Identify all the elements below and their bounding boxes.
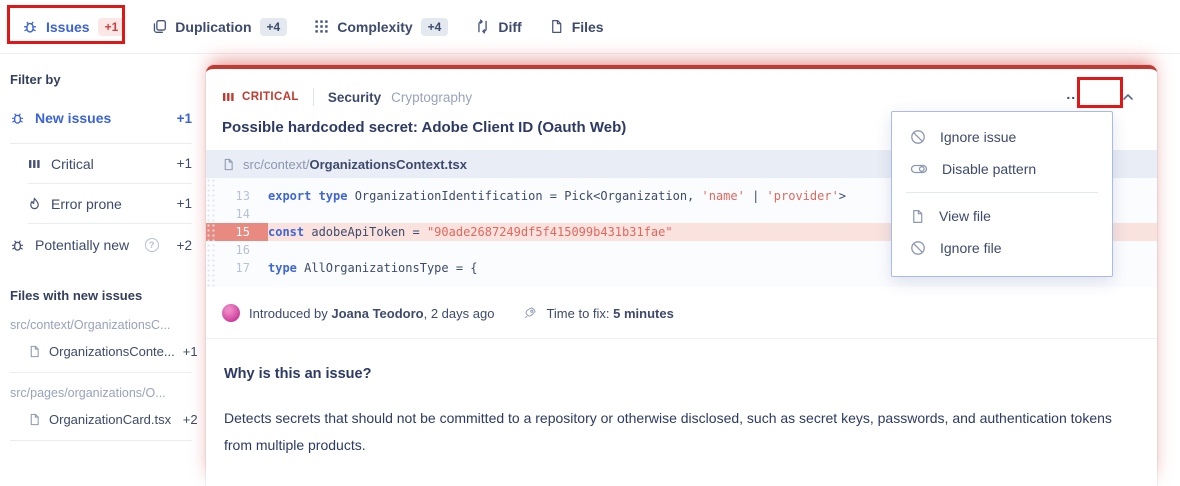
flame-icon bbox=[28, 197, 41, 211]
more-actions-button[interactable]: ... bbox=[1058, 85, 1089, 109]
why-description: Detects secrets that should not be commi… bbox=[224, 410, 1112, 453]
filter-new-issues[interactable]: New issues +1 bbox=[10, 104, 192, 132]
file-count: +1 bbox=[182, 344, 198, 359]
line-number: 15 bbox=[206, 223, 268, 241]
introduced-by-text: Introduced by Joana Teodoro, 2 days ago bbox=[249, 305, 495, 321]
filter-label: New issues bbox=[35, 110, 112, 126]
menu-item-view-file[interactable]: View file bbox=[892, 200, 1112, 232]
file-path: src/context/OrganizationsContext.tsx bbox=[243, 156, 467, 172]
menu-item-ignore-file[interactable]: Ignore file bbox=[892, 232, 1112, 264]
file-name: OrganizationCard.tsx bbox=[49, 412, 172, 427]
tab-files[interactable]: Files bbox=[549, 19, 604, 35]
tab-label: Issues bbox=[46, 18, 90, 35]
filter-count: +1 bbox=[176, 110, 192, 126]
ban-icon bbox=[910, 240, 926, 256]
filter-count: +1 bbox=[176, 196, 192, 211]
tab-complexity[interactable]: Complexity +4 bbox=[314, 17, 449, 36]
file-item[interactable]: OrganizationsConte... +1 bbox=[28, 344, 198, 359]
tab-count-badge: +4 bbox=[259, 17, 288, 36]
tab-label: Files bbox=[571, 18, 604, 35]
menu-item-label: View file bbox=[939, 208, 991, 224]
filter-critical[interactable]: Critical +1 bbox=[28, 144, 192, 183]
filter-label: Critical bbox=[51, 155, 94, 172]
file-icon bbox=[910, 209, 925, 224]
issue-category: Security bbox=[327, 89, 382, 105]
file-group-path: src/pages/organizations/O... bbox=[10, 386, 166, 400]
file-icon bbox=[28, 413, 41, 426]
tab-label: Duplication bbox=[175, 18, 252, 35]
severity-bars-icon bbox=[28, 158, 41, 170]
issue-meta-row: Introduced by Joana Teodoro, 2 days ago … bbox=[206, 287, 1157, 322]
file-count: +2 bbox=[179, 412, 198, 427]
menu-item-label: Disable pattern bbox=[942, 161, 1037, 177]
divider bbox=[312, 88, 314, 106]
question-circle-icon[interactable]: ? bbox=[144, 238, 159, 252]
tab-label: Complexity bbox=[337, 18, 413, 35]
menu-item-label: Ignore file bbox=[940, 240, 1002, 256]
severity-badge: CRITICAL bbox=[222, 91, 299, 103]
toggle-icon bbox=[910, 161, 928, 177]
line-number: 13 bbox=[235, 189, 250, 203]
file-icon bbox=[222, 158, 235, 171]
filter-label: Error prone bbox=[51, 195, 122, 212]
line-number: 14 bbox=[235, 207, 250, 221]
avatar bbox=[222, 304, 240, 322]
line-number: 16 bbox=[235, 243, 250, 257]
filter-label: Potentially new bbox=[35, 237, 130, 253]
tab-diff[interactable]: Diff bbox=[475, 18, 522, 35]
time-to-fix-value: 5 minutes bbox=[613, 305, 674, 321]
file-name: OrganizationsConte... bbox=[49, 344, 175, 359]
filter-count: +1 bbox=[176, 156, 192, 171]
filter-potentially-new[interactable]: Potentially new ? +2 bbox=[10, 224, 192, 266]
files-icon bbox=[549, 19, 564, 34]
why-section: Why is this an issue? Detects secrets th… bbox=[206, 339, 1157, 458]
tab-duplication[interactable]: Duplication +4 bbox=[152, 17, 288, 36]
diff-icon bbox=[475, 19, 490, 34]
critical-bars-icon bbox=[222, 91, 235, 103]
time-to-fix-text: Time to fix: 5 minutes bbox=[546, 305, 674, 321]
file-group-path: src/context/OrganizationsC... bbox=[10, 318, 171, 332]
divider bbox=[10, 440, 192, 441]
line-number: 17 bbox=[235, 261, 250, 275]
tab-count-badge: +4 bbox=[420, 17, 449, 36]
divider bbox=[906, 192, 1098, 193]
filter-count: +2 bbox=[176, 237, 192, 253]
rocket-icon bbox=[523, 306, 537, 320]
filter-sidebar: Filter by New issues +1 Critical +1 Erro… bbox=[0, 54, 206, 486]
tab-bar: Issues +1 Duplication +4 Complexity +4 D… bbox=[0, 0, 1180, 54]
bug-icon bbox=[10, 111, 25, 126]
ban-icon bbox=[910, 129, 926, 145]
tab-label: Diff bbox=[498, 18, 522, 35]
file-item[interactable]: OrganizationCard.tsx +2 bbox=[28, 412, 198, 427]
duplication-icon bbox=[152, 19, 167, 34]
filter-heading: Filter by bbox=[10, 72, 61, 87]
tab-issues[interactable]: Issues +1 bbox=[22, 17, 126, 36]
commit-issues-page: Issues +1 Duplication +4 Complexity +4 D… bbox=[0, 0, 1180, 486]
menu-item-ignore-issue[interactable]: Ignore issue bbox=[892, 121, 1112, 153]
severity-label: CRITICAL bbox=[242, 91, 299, 103]
menu-item-disable-pattern[interactable]: Disable pattern bbox=[892, 153, 1112, 185]
divider bbox=[10, 372, 192, 373]
file-icon bbox=[28, 345, 41, 358]
bug-icon bbox=[10, 238, 25, 253]
actions-menu: Ignore issue Disable pattern View file I… bbox=[891, 111, 1113, 277]
why-heading: Why is this an issue? bbox=[224, 366, 372, 382]
bug-icon bbox=[22, 19, 38, 35]
author-name: Joana Teodoro bbox=[331, 305, 424, 321]
filter-error-prone[interactable]: Error prone +1 bbox=[28, 184, 192, 223]
files-heading: Files with new issues bbox=[10, 288, 143, 303]
complexity-icon bbox=[314, 19, 329, 34]
tab-count-badge: +1 bbox=[97, 17, 126, 36]
chevron-up-icon[interactable] bbox=[1117, 86, 1139, 108]
issue-subcategory: Cryptography bbox=[391, 89, 473, 105]
menu-item-label: Ignore issue bbox=[940, 129, 1017, 145]
